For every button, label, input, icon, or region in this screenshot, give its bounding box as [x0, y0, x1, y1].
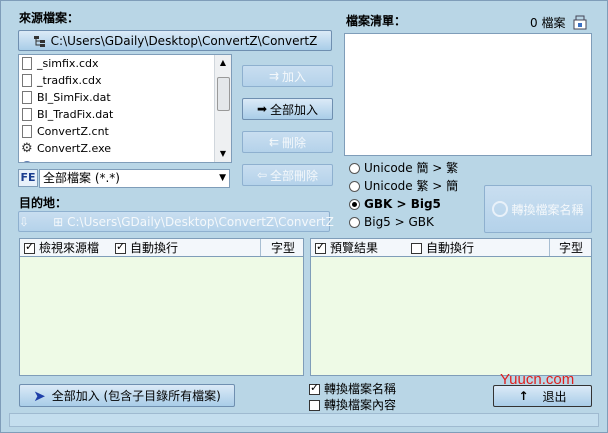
file-list-label: 檔案清單：	[346, 14, 407, 28]
preview-result-panel[interactable]: 預覽結果 自動換行 字型	[310, 238, 592, 376]
document-icon	[22, 74, 32, 87]
play-arrow-icon: ➡	[256, 102, 268, 116]
preview-checkbox[interactable]: 預覽結果	[315, 239, 378, 256]
source-path-text: C:\Users\GDaily\Desktop\ConvertZ\Convert…	[50, 33, 318, 48]
radio-dot[interactable]	[349, 181, 360, 192]
dest-path-button[interactable]: ⇩ ⊞ C:\Users\GDaily\Desktop\ConvertZ\Con…	[18, 211, 334, 232]
file-list-item[interactable]: _tradfix.cdx	[19, 72, 215, 89]
tools-icon[interactable]	[571, 12, 589, 30]
file-name: _simfix.cdx	[37, 57, 99, 70]
conversion-radio[interactable]: Big5 > GBK	[349, 213, 479, 231]
up-arrow-icon: ↑	[518, 389, 529, 403]
conversion-radio-label: GBK > Big5	[364, 197, 441, 211]
left-font-button[interactable]: 字型	[271, 239, 295, 256]
source-preview-panel[interactable]: 檢視來源檔 自動換行 字型	[19, 238, 304, 376]
right-font-button[interactable]: 字型	[559, 239, 583, 256]
document-icon	[22, 57, 32, 70]
file-name: _tradfix.cdx	[37, 74, 102, 87]
conversion-radio[interactable]: Unicode 繁 > 簡	[349, 177, 479, 195]
add-all-subdirs-button[interactable]: ➤ 全部加入 (包含子目錄所有檔案)	[19, 384, 235, 407]
convert-names-checkbox[interactable]: 轉換檔案名稱	[309, 380, 396, 397]
file-list-item[interactable]: ⚙ ConvertZ.exe	[19, 140, 215, 157]
document-icon	[22, 108, 32, 121]
radio-dot[interactable]	[349, 163, 360, 174]
main-window: 來源檔案： C:\Users\GDaily\Desktop\ConvertZ\C…	[0, 0, 608, 433]
scroll-down-arrow-icon[interactable]: ▼	[215, 146, 231, 162]
dest-label: 目的地：	[19, 196, 68, 210]
scroll-thumb[interactable]	[217, 77, 230, 111]
back-arrow-icon: ⇦	[256, 168, 268, 182]
dest-folder-tree-icon: ⊞	[53, 214, 64, 229]
down-arrow-icon: ⇩	[19, 214, 30, 229]
source-label: 來源檔案：	[19, 11, 80, 25]
file-list-item[interactable]: BI_TradFix.dat	[19, 106, 215, 123]
file-list-item[interactable]: _simfix.cdx	[19, 55, 215, 72]
preview-result-header: 預覽結果 自動換行 字型	[311, 239, 591, 257]
gear-icon: ⚙	[21, 141, 33, 156]
filter-badge: FE	[18, 169, 38, 187]
convert-names-icon	[492, 201, 509, 217]
status-bar	[9, 413, 599, 427]
conversion-radio-label: Unicode 簡 > 繁	[364, 161, 459, 175]
file-list-scrollbar[interactable]: ▲ ▼	[214, 55, 231, 162]
conversion-radio-label: Big5 > GBK	[364, 215, 434, 229]
conversion-radio[interactable]: Unicode 簡 > 繁	[349, 159, 479, 177]
left-wrap-checkbox[interactable]: 自動換行	[115, 239, 178, 256]
convert-names-button[interactable]: 轉換檔案名稱	[484, 185, 592, 233]
chevron-down-icon: ▼	[219, 173, 226, 183]
folder-tree-icon	[33, 35, 47, 47]
source-preview-header: 檢視來源檔 自動換行 字型	[20, 239, 303, 257]
file-name: ConvertZ.exe	[37, 142, 112, 155]
file-list-item[interactable]: BI_SimFix.dat	[19, 89, 215, 106]
right-wrap-checkbox[interactable]: 自動換行	[411, 239, 474, 256]
file-name: BI_TradFix.dat	[37, 108, 114, 121]
conversion-radio[interactable]: GBK > Big5	[349, 195, 479, 213]
blue-arrow-icon: ➤	[33, 386, 46, 405]
target-file-list[interactable]	[344, 33, 592, 156]
conversion-radio-label: Unicode 繁 > 簡	[364, 179, 459, 193]
scroll-up-arrow-icon[interactable]: ▲	[215, 55, 231, 71]
convert-content-checkbox[interactable]: 轉換檔案內容	[309, 396, 396, 413]
source-file-list[interactable]: _simfix.cdx _tradfix.cdx BI_SimFix.dat BI_T…	[18, 54, 232, 163]
view-source-checkbox[interactable]: 檢視來源檔	[24, 239, 99, 256]
delete-all-button[interactable]: ⇦ 全部刪除	[242, 164, 333, 186]
source-path-button[interactable]: C:\Users\GDaily\Desktop\ConvertZ\Convert…	[18, 30, 332, 51]
radio-dot[interactable]	[349, 217, 360, 228]
file-filter-select[interactable]: 全部檔案 (*.*) ▼	[39, 169, 230, 188]
add-arrow-icon: ⇉	[268, 69, 280, 83]
file-name: ConvertZ.cnt	[37, 125, 109, 138]
exit-button[interactable]: ↑ 退出	[493, 385, 592, 407]
add-button[interactable]: ⇉ 加入	[242, 65, 333, 87]
file-list-item[interactable]: ConvertZ.cnt	[19, 123, 215, 140]
dest-path-text: C:\Users\GDaily\Desktop\ConvertZ\Convert…	[67, 214, 334, 229]
delete-button[interactable]: ⇇ 刪除	[242, 131, 333, 153]
file-name: BI_SimFix.dat	[37, 91, 111, 104]
file-row-partial	[19, 158, 215, 162]
radio-dot[interactable]	[349, 199, 360, 210]
file-filter-value: 全部檔案 (*.*)	[43, 171, 120, 185]
add-all-button[interactable]: ➡ 全部加入	[242, 98, 333, 120]
document-icon	[22, 125, 32, 138]
document-icon	[22, 91, 32, 104]
conversion-options: Unicode 簡 > 繁 Unicode 繁 > 簡 GBK > Big5 Big5…	[349, 159, 479, 231]
delete-arrow-icon: ⇇	[268, 135, 280, 149]
file-count: 0 檔案	[530, 16, 566, 30]
